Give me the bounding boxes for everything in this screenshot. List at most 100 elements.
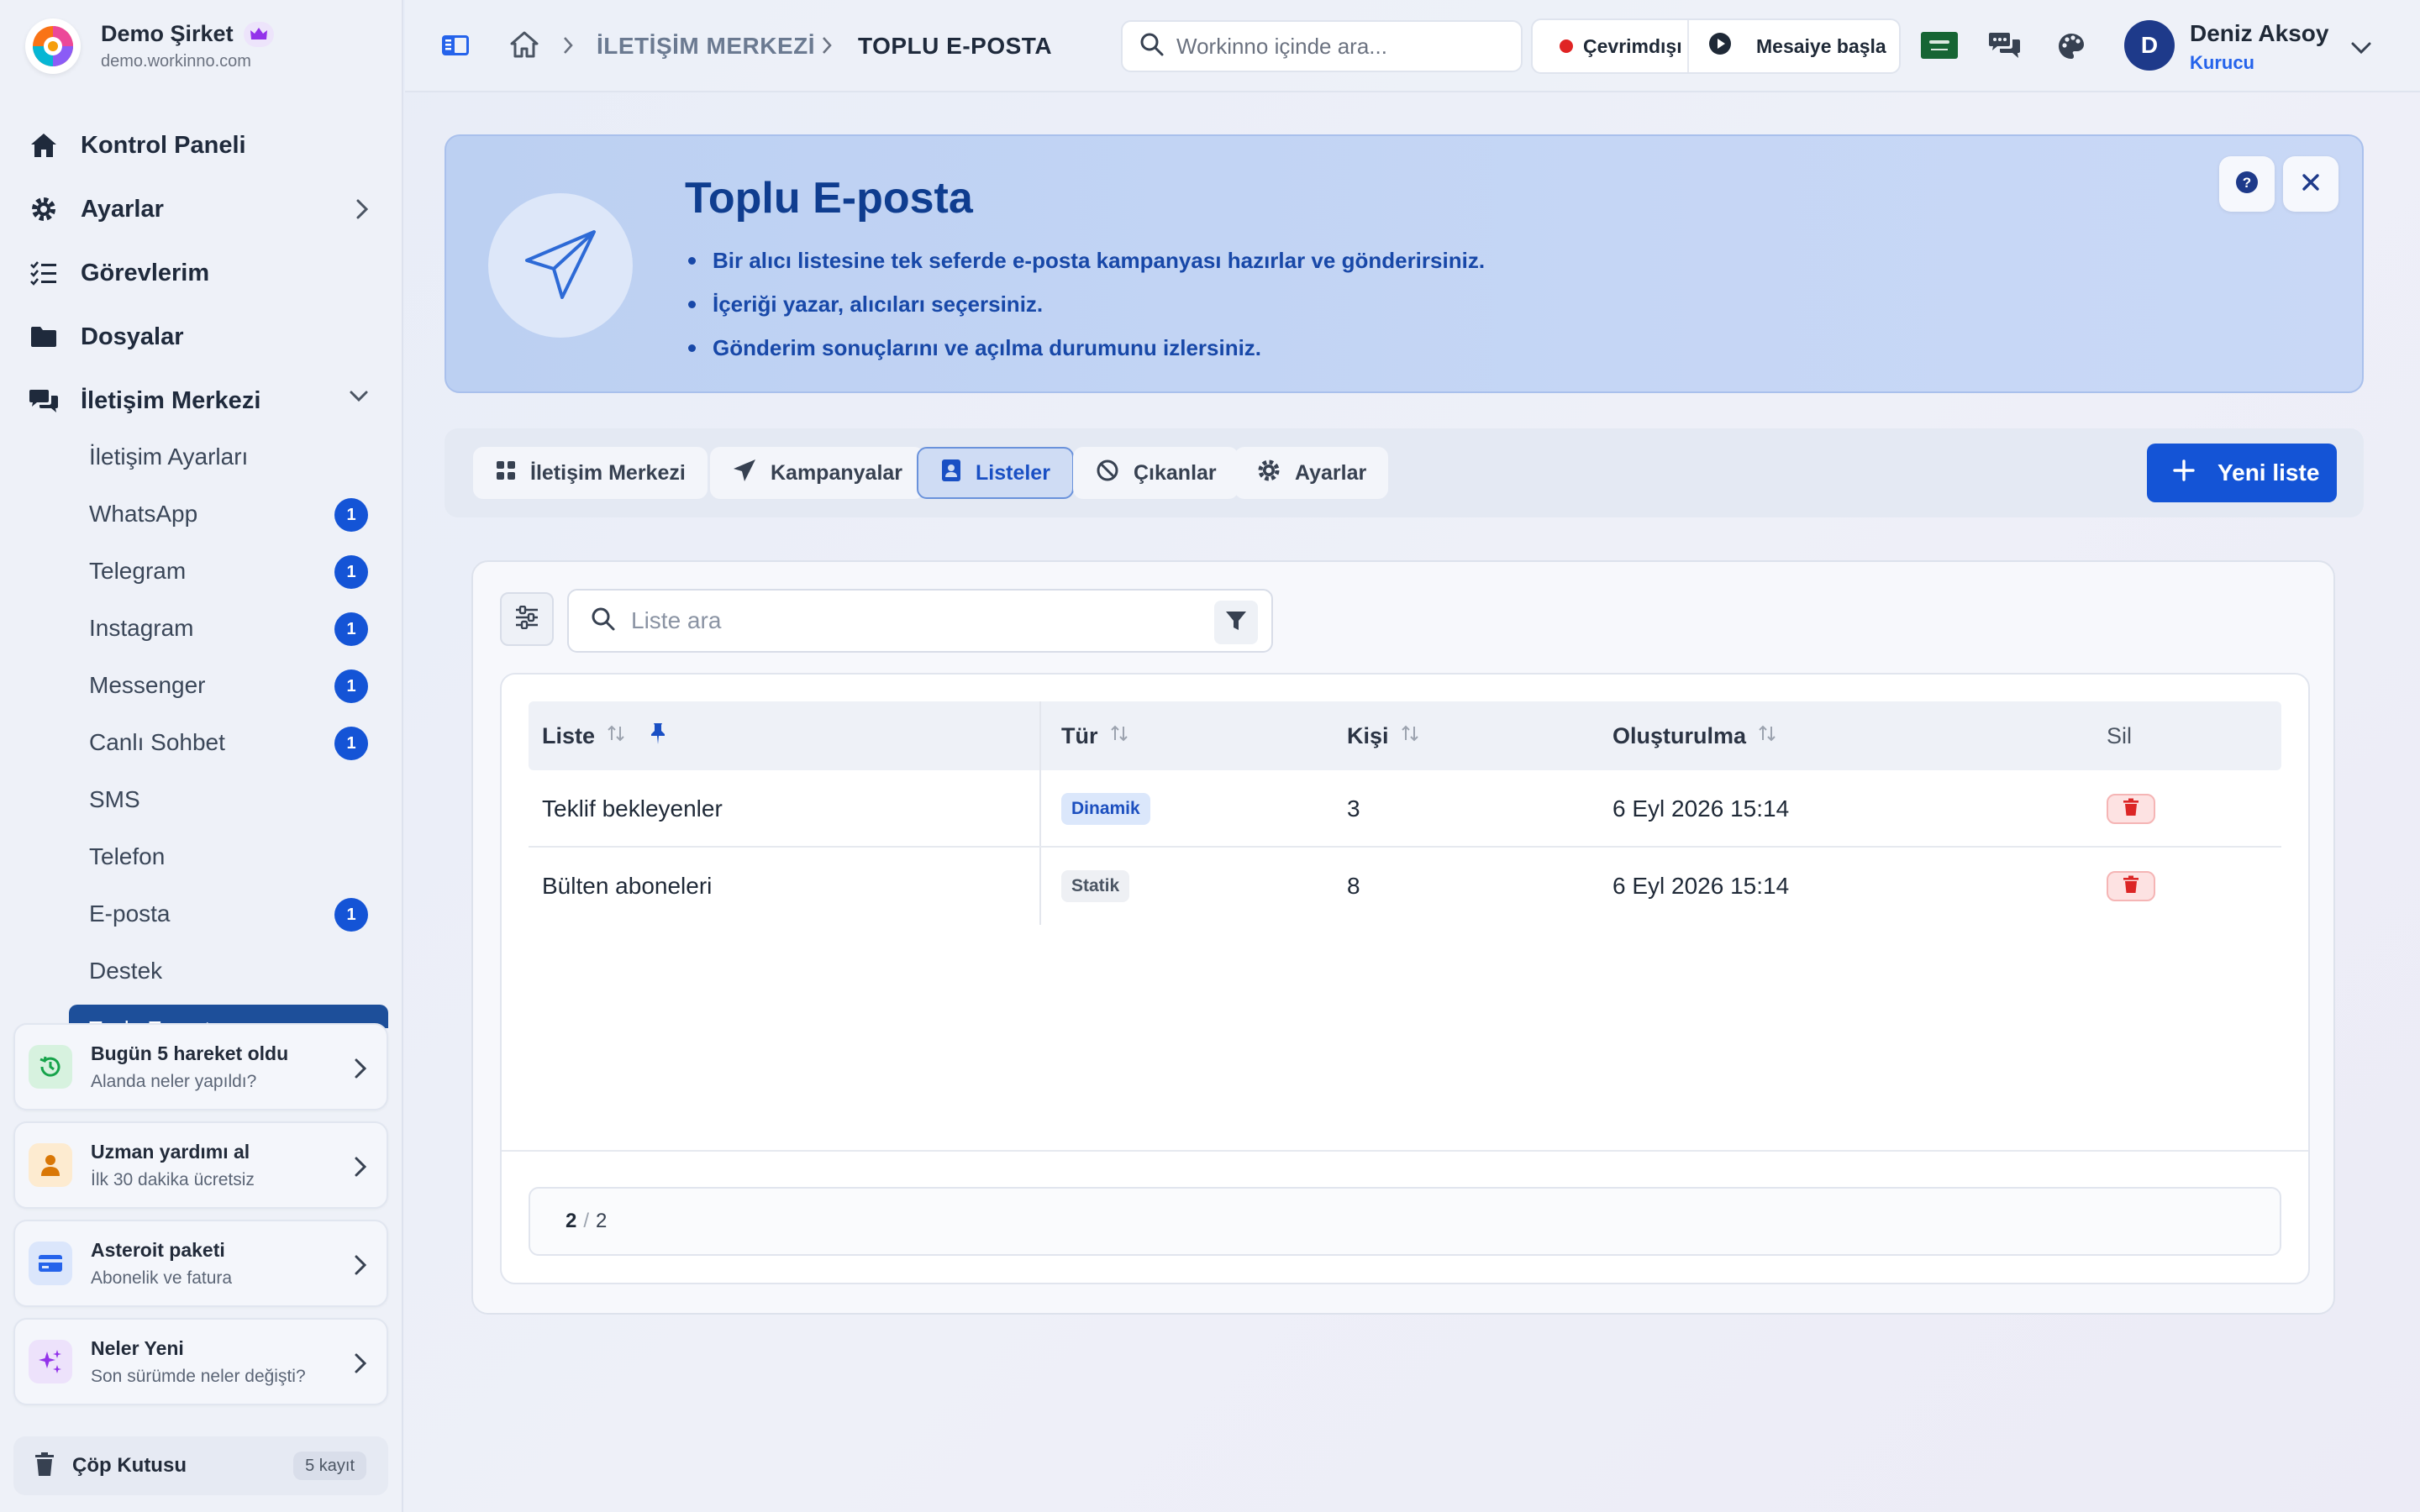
card-expert-help[interactable]: Uzman yardımı al İlk 30 dakika ücretsiz [13,1121,388,1209]
global-search-input[interactable] [1176,33,1496,60]
company-name: Demo Şirket [101,21,234,46]
home-icon[interactable] [509,30,539,63]
subnav-item-instagram[interactable]: Instagram 1 [0,600,403,657]
task-list-icon [27,256,60,290]
list-search[interactable] [567,589,1273,653]
crown-icon [243,21,274,47]
funnel-icon [1224,609,1248,637]
count-badge: 1 [334,555,368,589]
nav-dashboard[interactable]: Kontrol Paneli [0,113,403,177]
list-search-input[interactable] [631,607,1202,634]
trash-bin[interactable]: Çöp Kutusu 5 kayıt [13,1436,388,1495]
list-name[interactable]: Teklif bekleyenler [542,770,723,848]
subnav-item-telegram[interactable]: Telegram 1 [0,543,403,600]
subnav-label: SMS [89,786,140,812]
subnav-item-sms[interactable]: SMS [0,771,403,828]
lists-table: Liste Tür Kişi Oluşturulma Sil Teklif be… [500,673,2310,1284]
user-menu[interactable]: D [2124,20,2175,71]
column-header-list[interactable]: Liste [542,701,667,770]
page-total: 2 [596,1210,608,1232]
tab-lists[interactable]: Listeler [917,447,1074,499]
theme-palette-icon[interactable] [2057,32,2086,65]
tab-settings[interactable]: Ayarlar [1234,447,1389,499]
grid-icon [495,459,517,487]
type-badge: Statik [1061,870,1130,902]
nav-tasks[interactable]: Görevlerim [0,241,403,305]
column-header-type[interactable]: Tür [1061,701,1128,770]
column-label: Tür [1061,722,1098,748]
tab-unsubscribed[interactable]: Çıkanlar [1073,447,1239,499]
subnav-item-live-chat[interactable]: Canlı Sohbet 1 [0,714,403,771]
subnav-item-email[interactable]: E-posta 1 [0,885,403,942]
sort-icon [1401,723,1419,749]
card-activity-today[interactable]: Bugün 5 hareket oldu Alanda neler yapıld… [13,1023,388,1110]
user-role: Kurucu [2190,52,2254,73]
trash-icon [2123,795,2139,822]
company-url: demo.workinno.com [101,52,251,71]
chevron-right-icon [561,35,575,60]
brand[interactable]: Demo Şirket demo.workinno.com [25,18,274,74]
start-shift-button[interactable]: Mesaiye başla [1689,31,1886,61]
column-header-count[interactable]: Kişi [1347,701,1419,770]
sidebar: Demo Şirket demo.workinno.com Kontrol Pa… [0,0,403,1512]
column-header-created[interactable]: Oluşturulma [1612,701,1776,770]
ban-icon [1095,458,1120,489]
tab-campaigns[interactable]: Kampanyalar [710,447,925,499]
table-row[interactable]: Teklif bekleyenler Dinamik 3 6 Eyl 2026 … [529,770,2281,848]
nav-files[interactable]: Dosyalar [0,305,403,369]
subnav-label: Destek [89,958,163,984]
chevron-down-icon[interactable] [2349,40,2373,60]
column-label: Sil [2107,722,2133,748]
send-icon [732,458,757,489]
person-icon [29,1143,72,1187]
list-name[interactable]: Bülten aboneleri [542,848,712,925]
close-hero-button[interactable] [2283,156,2338,212]
subnav-label: E-posta [89,900,171,927]
column-label: Kişi [1347,722,1389,748]
help-button[interactable]: ? [2219,156,2275,212]
topbar: İLETİŞİM MERKEZİ TOPLU E-POSTA Çevrimdış… [405,0,2420,92]
filter-button[interactable] [1214,601,1258,644]
hero-bullet: Bir alıcı listesine tek seferde e-posta … [685,239,1485,282]
user-info[interactable]: Deniz Aksoy Kurucu [2190,20,2328,74]
language-flag-icon[interactable] [1921,32,1958,63]
card-whats-new[interactable]: Neler Yeni Son sürümde neler değişti? [13,1318,388,1405]
chevron-right-icon [353,1057,368,1084]
card-title: Uzman yardımı al [91,1140,250,1163]
nav-settings[interactable]: Ayarlar [0,177,403,241]
delete-button[interactable] [2107,871,2155,901]
breadcrumb-item[interactable]: İLETİŞİM MERKEZİ [597,33,815,60]
chevron-right-icon [820,35,834,60]
type-badge: Dinamik [1061,793,1150,825]
messages-icon[interactable] [1988,30,2022,65]
pin-icon[interactable] [649,722,667,751]
subnav-item-whatsapp[interactable]: WhatsApp 1 [0,486,403,543]
count-badge: 1 [334,498,368,532]
new-list-button[interactable]: Yeni liste [2147,444,2337,502]
subnav-item-communication-settings[interactable]: İletişim Ayarları [0,428,403,486]
subnav-item-phone[interactable]: Telefon [0,828,403,885]
column-label: Liste [542,722,596,748]
column-settings-button[interactable] [500,592,554,646]
subnav-label: Messenger [89,672,206,698]
sidebar-toggle-icon[interactable] [440,32,471,63]
chevron-right-icon [353,1155,368,1183]
delete-button[interactable] [2107,794,2155,824]
table-row[interactable]: Bülten aboneleri Statik 8 6 Eyl 2026 15:… [529,848,2281,925]
help-icon: ? [2234,170,2260,199]
nav-communication-center[interactable]: İletişim Merkezi [0,369,403,433]
gear-icon [1256,458,1281,489]
trash-count: 5 kayıt [293,1452,366,1480]
subnav-label: İletişim Ayarları [89,444,249,470]
subnav-item-messenger[interactable]: Messenger 1 [0,657,403,714]
start-shift-label: Mesaiye başla [1756,34,1886,57]
card-subscription[interactable]: Asteroit paketi Abonelik ve fatura [13,1220,388,1307]
card-subtitle: İlk 30 dakika ücretsiz [91,1169,255,1189]
chevron-right-icon [355,197,370,225]
tab-label: İletişim Merkezi [530,460,686,485]
global-search[interactable] [1121,20,1523,72]
status-toggle[interactable]: Çevrimdışı [1533,20,1689,72]
section-tabs: İletişim Merkezi Kampanyalar Listeler Çı… [445,428,2364,517]
tab-communication-center[interactable]: İletişim Merkezi [473,447,708,499]
subnav-item-support[interactable]: Destek [0,942,403,1000]
